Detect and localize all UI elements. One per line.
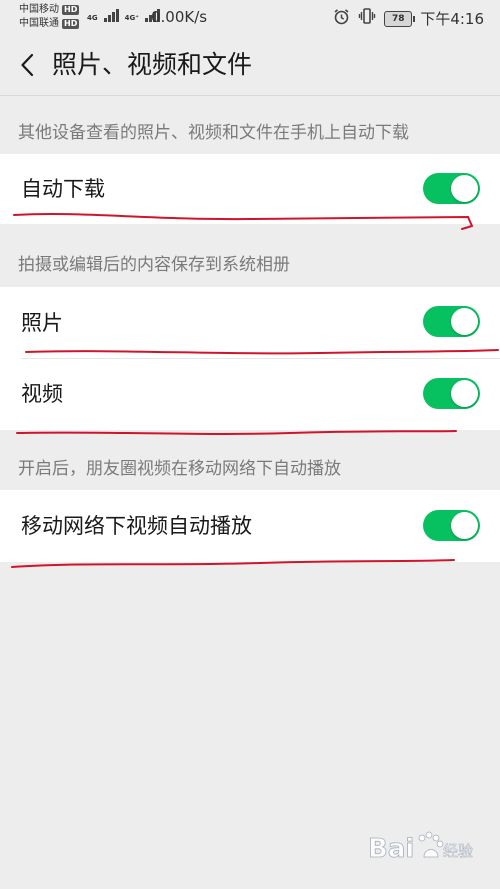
- nav-divider: [0, 95, 500, 96]
- network-indicators: 4G 4G⁺: [87, 8, 160, 22]
- toggle-knob: [451, 380, 478, 407]
- hd-badge: HD: [62, 5, 80, 15]
- annotation-underline: [16, 430, 457, 435]
- toggle-knob: [451, 308, 478, 335]
- page-title: 照片、视频和文件: [52, 50, 253, 79]
- carrier-2: 中国联通: [19, 18, 59, 29]
- row-label: 照片: [21, 311, 63, 335]
- row-label: 移动网络下视频自动播放: [21, 514, 252, 538]
- settings-row-auto-download: 自动下载: [0, 154, 500, 224]
- nav-bar: 照片、视频和文件: [0, 34, 500, 96]
- toggle-knob: [451, 175, 478, 202]
- save-videos-toggle[interactable]: [423, 378, 480, 409]
- row-divider: [21, 358, 500, 359]
- section-label-auto-download: 其他设备查看的照片、视频和文件在手机上自动下载: [18, 123, 409, 143]
- network-type-1: 4G: [87, 14, 98, 22]
- settings-row-autoplay: 移动网络下视频自动播放: [0, 490, 500, 562]
- status-right: 78 下午4:16: [333, 7, 484, 30]
- status-time: 下午4:16: [420, 9, 484, 28]
- carrier-info: 中国移动 HD 中国联通 HD: [19, 3, 80, 31]
- carrier-1: 中国移动: [19, 4, 59, 15]
- baidu-logo-icon: Bai 经验: [368, 831, 473, 864]
- svg-text:Bai: Bai: [368, 834, 414, 864]
- svg-text:经验: 经验: [443, 842, 473, 860]
- battery-icon: 78: [384, 10, 416, 27]
- baidu-watermark: Bai 经验: [368, 825, 478, 873]
- back-button[interactable]: [12, 48, 42, 82]
- toggle-knob: [451, 512, 478, 539]
- chevron-left-icon: [21, 53, 34, 77]
- auto-download-toggle[interactable]: [423, 173, 480, 204]
- alarm-icon: [333, 8, 350, 30]
- section-label-autoplay: 开启后，朋友圈视频在移动网络下自动播放: [18, 459, 341, 479]
- section-label-save-to-album: 拍摄或编辑后的内容保存到系统相册: [18, 255, 290, 275]
- row-label: 视频: [21, 382, 63, 406]
- network-type-2: 4G⁺: [124, 14, 139, 22]
- signal-icon: [103, 8, 119, 22]
- hd-badge: HD: [62, 19, 80, 29]
- status-bar: 中国移动 HD 中国联通 HD 4G 4G⁺ 0.00K/s 78 下午4:16: [0, 0, 500, 34]
- autoplay-toggle[interactable]: [423, 510, 480, 541]
- save-photos-toggle[interactable]: [423, 306, 480, 337]
- vibrate-icon: [358, 7, 376, 30]
- network-speed: 0.00K/s: [151, 8, 208, 26]
- row-label: 自动下载: [21, 177, 105, 201]
- settings-group-save-to-album: 照片 视频: [0, 287, 500, 430]
